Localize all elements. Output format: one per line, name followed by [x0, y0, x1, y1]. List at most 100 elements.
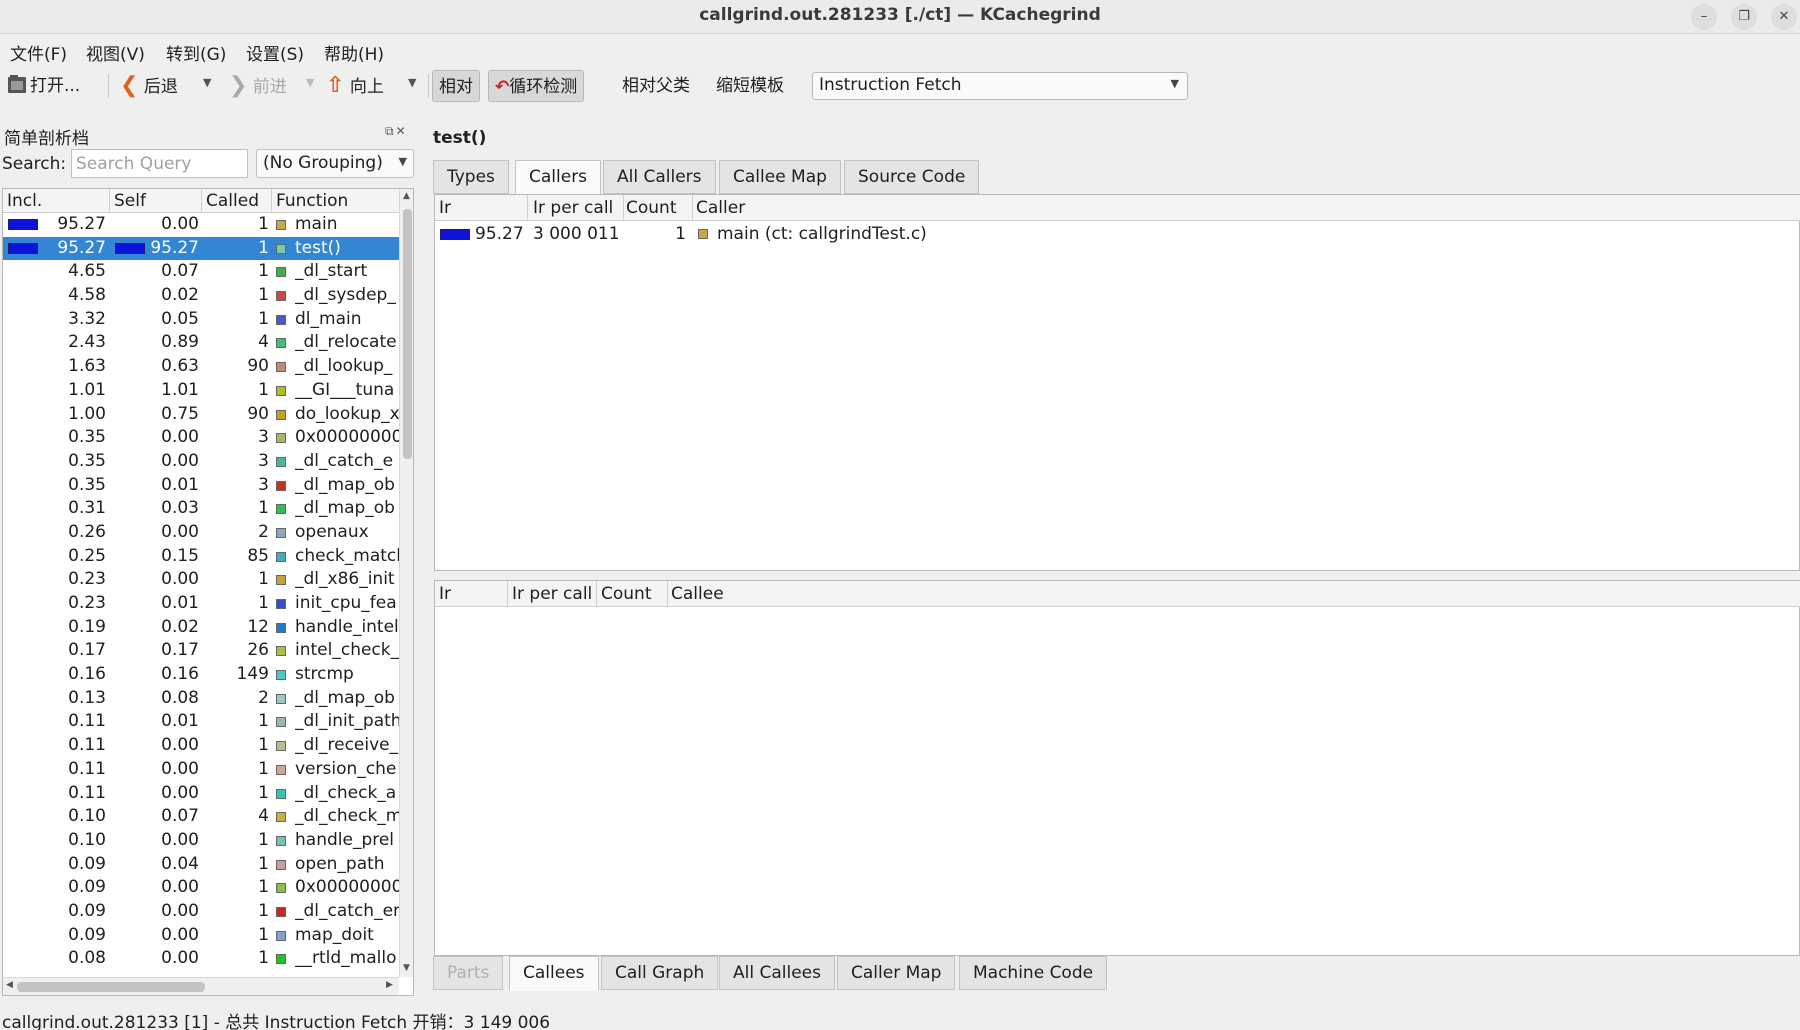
column-divider[interactable] — [109, 189, 110, 213]
table-row[interactable]: 0.23 0.00 1 _dl_x86_init — [3, 568, 399, 592]
close-icon[interactable]: ✕ — [1771, 4, 1797, 30]
col-caller[interactable]: Caller — [696, 198, 745, 218]
up-dropdown-arrow-icon[interactable]: ▼ — [408, 76, 416, 89]
open-button[interactable]: 打开... — [6, 70, 80, 102]
menu-settings[interactable]: 设置(S) — [246, 40, 304, 65]
menu-file[interactable]: 文件(F) — [10, 40, 67, 65]
menu-help[interactable]: 帮助(H) — [324, 40, 384, 65]
table-row[interactable]: 0.35 0.00 3 _dl_catch_e — [3, 450, 399, 474]
event-type-select[interactable]: Instruction Fetch ▼ — [812, 72, 1188, 100]
maximize-icon[interactable]: ❐ — [1731, 4, 1757, 30]
column-divider[interactable] — [692, 195, 693, 221]
col-ir[interactable]: Ir — [439, 198, 451, 218]
scroll-up-icon[interactable]: ▲ — [403, 191, 410, 201]
callers-list[interactable]: Ir Ir per call Count Caller 95.27 3 000 … — [434, 194, 1800, 571]
table-row[interactable]: 0.16 0.16 149 strcmp — [3, 663, 399, 687]
col-function[interactable]: Function — [276, 191, 348, 211]
col-callee[interactable]: Callee — [671, 584, 724, 604]
table-row[interactable]: 0.19 0.02 12 handle_intel — [3, 616, 399, 640]
callees-list[interactable]: Ir Ir per call Count Callee — [434, 580, 1800, 956]
table-row[interactable]: 0.35 0.01 3 _dl_map_ob — [3, 474, 399, 498]
flat-profile-list[interactable]: Incl. Self Called Function 95.27 0.00 1 mai… — [2, 188, 414, 996]
table-row[interactable]: 2.43 0.89 4 _dl_relocate — [3, 331, 399, 355]
table-row[interactable]: 0.10 0.00 1 handle_prel — [3, 829, 399, 853]
col-ir-per-call[interactable]: Ir per call — [512, 584, 592, 604]
col-count[interactable]: Count — [626, 198, 677, 218]
table-row[interactable]: 0.31 0.03 1 _dl_map_ob — [3, 497, 399, 521]
dock-float-close-icon[interactable]: ⧉✕ — [385, 124, 408, 139]
relative-toggle[interactable]: 相对 — [432, 70, 480, 102]
tab-caller-map[interactable]: Caller Map — [837, 956, 956, 990]
tab-parts[interactable]: Parts — [433, 956, 504, 990]
minimize-icon[interactable]: – — [1691, 4, 1717, 30]
table-row[interactable]: 1.01 1.01 1 __GI___tuna — [3, 379, 399, 403]
table-row[interactable]: 0.11 0.00 1 version_che — [3, 758, 399, 782]
back-button[interactable]: ❮ 后退 — [120, 70, 178, 102]
column-divider[interactable] — [667, 581, 668, 607]
table-row[interactable]: 0.09 0.00 1 0x00000000 — [3, 876, 399, 900]
scrollbar-thumb[interactable] — [403, 209, 412, 459]
table-row[interactable]: 0.25 0.15 85 check_match — [3, 545, 399, 569]
shorten-templates-toggle[interactable]: 缩短模板 — [716, 70, 784, 102]
table-row[interactable]: 0.09 0.04 1 open_path — [3, 853, 399, 877]
table-row[interactable]: 0.11 0.00 1 _dl_receive_ — [3, 734, 399, 758]
tab-source-code[interactable]: Source Code — [844, 160, 980, 194]
tab-callee-map[interactable]: Callee Map — [719, 160, 841, 194]
col-count[interactable]: Count — [601, 584, 652, 604]
cycle-detection-toggle[interactable]: ↶循环检测 — [488, 70, 585, 102]
menu-view[interactable]: 视图(V) — [86, 40, 145, 65]
table-row[interactable]: 0.35 0.00 3 0x00000000 — [3, 426, 399, 450]
column-divider[interactable] — [527, 195, 528, 221]
column-divider[interactable] — [201, 189, 202, 213]
tab-all-callers[interactable]: All Callers — [603, 160, 716, 194]
column-divider[interactable] — [507, 581, 508, 607]
table-row[interactable]: 95.27 95.27 1 test() — [3, 236, 399, 261]
forward-dropdown-arrow-icon[interactable]: ▼ — [306, 76, 314, 89]
grouping-select[interactable]: (No Grouping) ▼ — [256, 149, 414, 178]
table-row[interactable]: 95.27 0.00 1 main — [3, 213, 399, 237]
table-row[interactable]: 0.11 0.00 1 _dl_check_a — [3, 782, 399, 806]
table-row[interactable]: 0.08 0.00 1 __rtld_mallo — [3, 947, 399, 971]
table-row[interactable]: 4.58 0.02 1 _dl_sysdep_ — [3, 284, 399, 308]
forward-button[interactable]: ❯ 前进 — [229, 70, 287, 102]
col-ir-per-call[interactable]: Ir per call — [533, 198, 613, 218]
table-row[interactable]: 0.09 0.00 1 _dl_catch_er — [3, 900, 399, 924]
table-row[interactable]: 0.17 0.17 26 intel_check_ — [3, 639, 399, 663]
tab-types[interactable]: Types — [433, 160, 509, 194]
back-dropdown-arrow-icon[interactable]: ▼ — [203, 76, 211, 89]
up-button[interactable]: ⇧ 向上 — [326, 70, 384, 102]
column-divider[interactable] — [623, 195, 624, 221]
search-input[interactable] — [71, 149, 248, 178]
menu-goto[interactable]: 转到(G) — [166, 40, 226, 65]
tab-machine-code[interactable]: Machine Code — [959, 956, 1108, 990]
scroll-right-icon[interactable]: ▶ — [386, 980, 393, 990]
tab-callees[interactable]: Callees — [509, 956, 599, 991]
scrollbar-thumb[interactable] — [17, 982, 205, 992]
table-row[interactable]: 1.00 0.75 90 do_lookup_x — [3, 403, 399, 427]
col-incl[interactable]: Incl. — [7, 191, 42, 211]
tab-callers[interactable]: Callers — [515, 160, 602, 195]
horizontal-scrollbar[interactable]: ◀ ▶ — [3, 977, 399, 995]
table-row[interactable]: 0.23 0.01 1 init_cpu_fea — [3, 592, 399, 616]
col-self[interactable]: Self — [114, 191, 146, 211]
col-called[interactable]: Called — [206, 191, 259, 211]
table-row[interactable]: 1.63 0.63 90 _dl_lookup_ — [3, 355, 399, 379]
column-divider[interactable] — [271, 189, 272, 213]
table-row[interactable]: 0.09 0.00 1 map_doit — [3, 924, 399, 948]
scroll-left-icon[interactable]: ◀ — [6, 980, 13, 990]
tab-all-callees[interactable]: All Callees — [719, 956, 835, 990]
caller-row[interactable]: 95.27 3 000 011 1 main (ct: callgrindTes… — [435, 222, 1800, 246]
table-row[interactable]: 0.10 0.07 4 _dl_check_m — [3, 805, 399, 829]
col-ir[interactable]: Ir — [439, 584, 451, 604]
table-row[interactable]: 0.13 0.08 2 _dl_map_ob — [3, 687, 399, 711]
vertical-scrollbar[interactable]: ▲ ▼ — [399, 189, 413, 977]
table-row[interactable]: 0.11 0.01 1 _dl_init_path — [3, 710, 399, 734]
tab-call-graph[interactable]: Call Graph — [601, 956, 719, 990]
pane-splitter[interactable] — [434, 568, 1800, 578]
table-row[interactable]: 0.26 0.00 2 openaux — [3, 521, 399, 545]
column-divider[interactable] — [596, 581, 597, 607]
table-row[interactable]: 3.32 0.05 1 dl_main — [3, 308, 399, 332]
relative-parent-toggle[interactable]: 相对父类 — [622, 70, 690, 102]
scroll-down-icon[interactable]: ▼ — [403, 963, 410, 973]
table-row[interactable]: 4.65 0.07 1 _dl_start — [3, 260, 399, 284]
